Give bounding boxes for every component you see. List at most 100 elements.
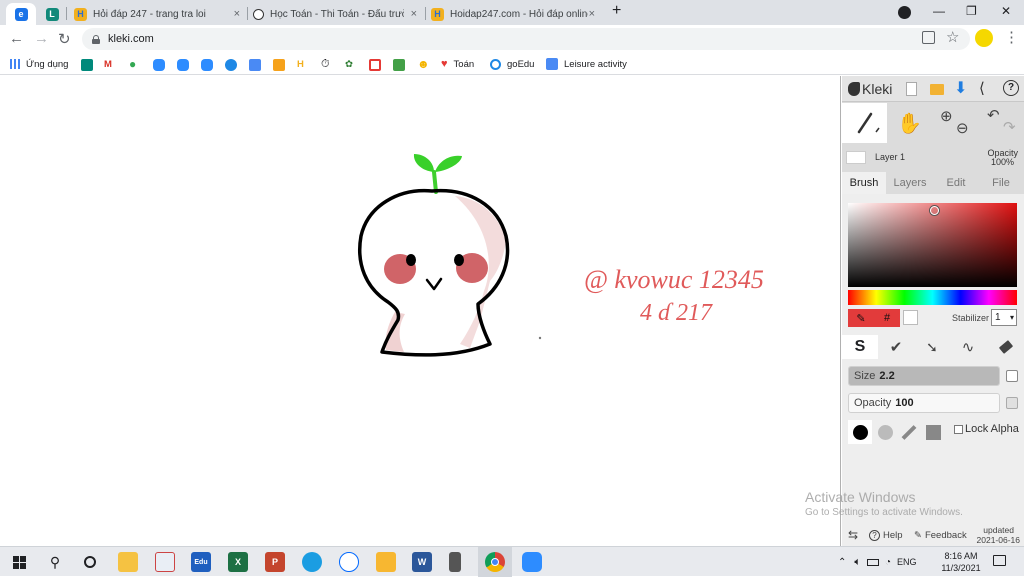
forward-arrow-icon[interactable]: → (34, 30, 49, 47)
window-close-icon[interactable]: ✕ (1001, 4, 1011, 18)
close-icon[interactable]: × (411, 8, 417, 20)
phone-app-icon[interactable] (449, 552, 461, 572)
tab-l[interactable]: L (40, 3, 64, 25)
chisel-tip-button[interactable] (897, 420, 921, 444)
tab-search-icon[interactable] (898, 6, 911, 19)
zoom-icon[interactable] (177, 59, 189, 71)
bookmark-toan[interactable]: ♥ Toán (441, 56, 474, 72)
edge-icon[interactable] (302, 552, 322, 572)
maximize-icon[interactable]: ❐ (966, 4, 977, 18)
gmail-icon[interactable]: M (104, 56, 112, 72)
tab-layers[interactable]: Layers (888, 172, 932, 194)
speaker-icon[interactable]: 🔈︎ (854, 556, 861, 569)
square-tip-button[interactable] (921, 420, 945, 444)
word-icon[interactable]: W (412, 552, 432, 572)
wifi-icon[interactable]: ◔ (885, 557, 891, 568)
brush-tool-button[interactable] (842, 103, 887, 143)
snipping-tool-icon[interactable] (155, 552, 175, 572)
zoom-icon[interactable] (153, 59, 165, 71)
notes-app-icon[interactable] (376, 552, 396, 572)
clock[interactable]: 8:16 AM 11/3/2021 (939, 550, 983, 574)
star-icon[interactable]: ☆ (946, 28, 959, 46)
notification-icon[interactable] (993, 555, 1006, 566)
zoom-icon[interactable] (201, 59, 213, 71)
tab-kleki[interactable]: e (6, 3, 36, 25)
edu-app-icon[interactable]: Edu (191, 552, 211, 572)
swap-arrows-icon[interactable]: ⇆ (848, 528, 858, 542)
file-explorer-icon[interactable] (118, 552, 138, 572)
search-icon[interactable]: ⚲ (45, 552, 65, 572)
flower-icon[interactable]: ✿ (345, 56, 353, 72)
zoom-tool-button[interactable]: ⊕ ⊖ (934, 103, 979, 143)
tab-brush[interactable]: Brush (842, 172, 886, 194)
blend-brush-button[interactable]: ✔ (878, 335, 914, 359)
soft-tip-button[interactable] (873, 420, 897, 444)
minimize-icon[interactable]: — (933, 4, 945, 18)
windows-start-icon[interactable] (9, 552, 29, 572)
sketchy-brush-button[interactable]: ➘ (914, 335, 950, 359)
lock-alpha-toggle[interactable]: Lock Alpha (954, 423, 1019, 435)
tab-file[interactable]: File (979, 172, 1023, 194)
back-arrow-icon[interactable]: ← (9, 30, 24, 47)
task-view-icon[interactable] (80, 552, 100, 572)
hand-tool-button[interactable]: ✋ (887, 103, 932, 143)
tab-hoc-toan[interactable]: Học Toán - Thi Toán - Đấu trường × (253, 3, 423, 25)
new-file-icon[interactable] (906, 82, 917, 96)
leaf-bookmark-icon[interactable] (393, 59, 405, 71)
drawing-canvas[interactable]: @ kvowuc 12345 4 ɗ 217 (0, 76, 841, 546)
input-language[interactable]: ENG (897, 557, 917, 567)
maps-icon[interactable]: ● (129, 56, 136, 72)
secondary-color-swatch[interactable] (903, 310, 918, 325)
help-button[interactable]: ? Help (869, 529, 903, 541)
open-folder-icon[interactable] (930, 84, 944, 95)
bookmark-goedu[interactable]: goEdu (490, 56, 534, 72)
smudge-brush-button[interactable]: ∿ (950, 335, 986, 359)
opacity-slider[interactable]: Opacity 100 (848, 393, 1000, 413)
list-bookmark-icon[interactable] (369, 59, 381, 71)
layer-preview-row[interactable]: Layer 1 Opacity 100% (842, 146, 1024, 170)
battery-icon[interactable] (867, 558, 879, 566)
avatar[interactable] (975, 29, 993, 47)
meet-icon[interactable] (81, 59, 93, 71)
size-slider[interactable]: Size 2.2 (848, 366, 1000, 386)
excel-icon[interactable]: X (228, 552, 248, 572)
address-bar[interactable]: kleki.com (82, 28, 970, 50)
zalo-icon[interactable] (339, 552, 359, 572)
hex-input-button[interactable]: # (874, 309, 900, 327)
eraser-button[interactable] (988, 335, 1024, 359)
round-tip-button[interactable] (848, 420, 872, 444)
undo-redo-button[interactable]: ↶ ↷ (979, 103, 1024, 143)
feedback-button[interactable]: ✎ Feedback (914, 530, 967, 541)
tab-hoidap-2[interactable]: H Hoidap247.com - Hỏi đáp online × (431, 3, 601, 25)
bookmark-leisure[interactable]: Leisure activity (546, 56, 627, 72)
translate-bookmark-icon[interactable] (249, 59, 261, 71)
chrome-icon[interactable] (485, 552, 505, 572)
new-tab-button[interactable]: + (612, 2, 621, 20)
smiley-icon[interactable]: ☻ (417, 56, 430, 72)
pen-brush-button[interactable]: S (842, 335, 878, 359)
close-icon[interactable]: × (234, 8, 240, 20)
powerpoint-icon[interactable]: P (265, 552, 285, 572)
menu-kebab-icon[interactable]: ⋮ (1004, 28, 1019, 46)
skype-icon[interactable] (225, 59, 237, 71)
eyedropper-button[interactable]: ✎ (848, 309, 874, 327)
tab-edit[interactable]: Edit (934, 172, 978, 194)
help-circle-icon[interactable]: ? (1003, 80, 1019, 96)
pressure-opacity-icon[interactable] (1006, 397, 1018, 409)
tab-hoidap-1[interactable]: H Hỏi đáp 247 - trang tra loi × (74, 3, 246, 25)
close-icon[interactable]: × (589, 8, 595, 20)
stabilizer-select[interactable]: 1 ▾ (991, 309, 1017, 326)
zoom-app-icon[interactable] (522, 552, 542, 572)
translate-icon[interactable] (922, 31, 935, 44)
hue-slider[interactable] (848, 290, 1017, 305)
slides-icon[interactable] (273, 59, 285, 71)
share-icon[interactable]: ⟨ (979, 79, 985, 97)
hoidap-bookmark-icon[interactable]: H (297, 56, 304, 72)
pressure-size-icon[interactable] (1006, 370, 1018, 382)
lock-alpha-checkbox[interactable] (954, 424, 963, 434)
stopwatch-bookmark-icon[interactable]: ⏱ (321, 56, 330, 72)
download-icon[interactable]: ⬇ (954, 78, 967, 98)
reload-icon[interactable]: ↻ (58, 30, 71, 48)
saturation-value-picker[interactable] (848, 203, 1017, 287)
chevron-up-icon[interactable]: ⌃ (838, 557, 846, 568)
